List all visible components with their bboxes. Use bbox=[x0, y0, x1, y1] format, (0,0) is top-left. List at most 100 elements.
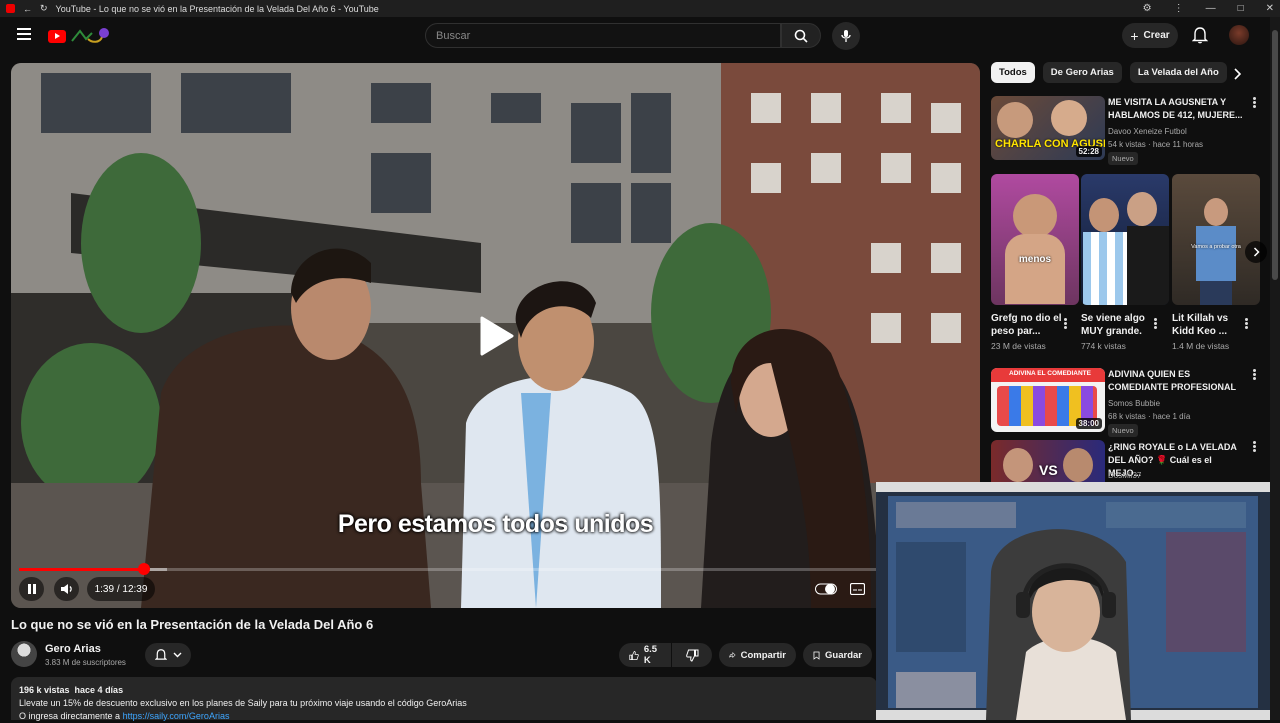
video-thumbnail[interactable]: ADIVINA EL COMEDIANTE 38:00 bbox=[991, 368, 1105, 432]
more-options-icon[interactable] bbox=[1064, 317, 1070, 330]
notifications-bell-icon[interactable] bbox=[1192, 26, 1208, 44]
autoplay-toggle[interactable] bbox=[811, 577, 841, 601]
chip-la-velada[interactable]: La Velada del Año bbox=[1129, 62, 1227, 83]
chip-de-gero-arias[interactable]: De Gero Arias bbox=[1042, 62, 1122, 83]
voice-search-button[interactable] bbox=[832, 22, 860, 50]
video-duration: 52:28 bbox=[1075, 146, 1102, 157]
pause-icon bbox=[27, 584, 36, 594]
close-icon[interactable]: ✕ bbox=[1266, 3, 1274, 14]
description-box[interactable]: 196 k vistas hace 4 días Llevate un 15% … bbox=[11, 677, 877, 721]
captions-icon bbox=[849, 583, 865, 595]
recommended-video[interactable]: ADIVINA EL COMEDIANTE 38:00 ADIVINA QUIE… bbox=[991, 368, 1263, 438]
chevron-right-icon bbox=[1253, 247, 1260, 257]
channel-name: Davoo Xeneize Futbol bbox=[1108, 127, 1187, 136]
youtube-logo[interactable] bbox=[48, 27, 110, 45]
dislike-button[interactable] bbox=[672, 643, 712, 667]
video-meta: 68 k vistas · hace 1 día bbox=[1108, 412, 1191, 421]
channel-avatar[interactable] bbox=[11, 641, 37, 667]
page-scrollbar-thumb[interactable] bbox=[1272, 30, 1278, 280]
short-views: 23 M de vistas bbox=[991, 341, 1046, 351]
more-options-icon[interactable] bbox=[1253, 96, 1259, 109]
share-button[interactable]: Compartir bbox=[719, 643, 796, 667]
short-title: Lit Killah vs Kidd Keo ... bbox=[1172, 313, 1229, 337]
subscription-notifications-button[interactable] bbox=[145, 643, 191, 667]
short-thumb-text: menos bbox=[1018, 254, 1052, 265]
play-icon[interactable] bbox=[476, 315, 516, 362]
chip-todos[interactable]: Todos bbox=[991, 62, 1035, 83]
time-label: 1:39 / 12:39 bbox=[94, 583, 148, 595]
thumbnail-text: ADIVINA EL COMEDIANTE bbox=[1009, 370, 1091, 377]
short-thumbnail[interactable] bbox=[1081, 174, 1169, 305]
save-button[interactable]: Guardar bbox=[803, 643, 872, 667]
menu-icon[interactable] bbox=[17, 28, 31, 40]
maximize-icon[interactable]: □ bbox=[1238, 3, 1244, 14]
shorts-next-button[interactable] bbox=[1245, 241, 1267, 263]
video-title: ADIVINA QUIEN ES COMEDIANTE PROFESIONAL bbox=[1108, 369, 1237, 392]
video-title: Lo que no se vió en la Presentación de l… bbox=[11, 617, 374, 632]
thumbs-down-icon bbox=[685, 649, 698, 662]
webcam-overlay bbox=[876, 482, 1270, 720]
extensions-icon[interactable]: ⚙ bbox=[1143, 3, 1152, 14]
more-options-icon[interactable] bbox=[1253, 368, 1259, 381]
short-item[interactable]: Vamos a probar otra Lit Killah vs Kidd K… bbox=[1172, 174, 1260, 351]
channel-name: Somos Bubbie bbox=[1108, 399, 1161, 408]
recommended-video[interactable]: VS ¿RING ROYALE o LA VELADA DEL AÑO? 🌹 C… bbox=[991, 440, 1263, 482]
save-label: Guardar bbox=[825, 649, 862, 661]
create-label: Crear bbox=[1143, 30, 1170, 41]
description-line-1: Llevate un 15% de descuento exclusivo en… bbox=[19, 698, 467, 708]
channel-name[interactable]: Gero Arias bbox=[45, 643, 101, 655]
video-meta: 54 k vistas · hace 11 horas bbox=[1108, 140, 1204, 149]
back-icon[interactable]: ← bbox=[23, 4, 32, 14]
short-thumbnail[interactable]: Vamos a probar otra bbox=[1172, 174, 1260, 305]
doodle-logo-icon bbox=[71, 28, 109, 43]
progress-played bbox=[19, 568, 144, 571]
video-thumbnail[interactable]: VS bbox=[991, 440, 1105, 482]
plus-icon: + bbox=[1130, 27, 1139, 44]
autoplay-toggle-icon bbox=[815, 583, 837, 595]
more-options-icon[interactable] bbox=[1253, 440, 1259, 453]
pause-button[interactable] bbox=[19, 577, 44, 601]
video-thumbnail[interactable]: CHARLA CON AGUSN 52:28 bbox=[991, 96, 1105, 160]
views-and-date: 196 k vistas hace 4 días bbox=[19, 685, 124, 695]
chevron-down-icon bbox=[173, 652, 181, 658]
bookmark-icon bbox=[813, 651, 820, 660]
youtube-logo-icon bbox=[48, 29, 66, 43]
search-icon bbox=[794, 29, 808, 43]
new-badge: Nuevo bbox=[1108, 152, 1138, 165]
reload-icon[interactable]: ↻ bbox=[40, 3, 48, 14]
like-count: 6.5 K bbox=[643, 644, 658, 666]
progress-scrubber[interactable] bbox=[138, 563, 150, 575]
time-display: 1:39 / 12:39 bbox=[87, 577, 155, 601]
thumbnail-text: VS bbox=[1039, 462, 1058, 478]
minimize-icon[interactable]: — bbox=[1206, 3, 1216, 14]
search-button[interactable] bbox=[781, 23, 821, 48]
search-input[interactable]: Buscar bbox=[425, 23, 781, 48]
account-avatar[interactable] bbox=[1229, 25, 1249, 45]
bell-icon bbox=[154, 649, 167, 660]
chevron-right-icon[interactable] bbox=[1233, 68, 1241, 80]
volume-icon bbox=[60, 584, 72, 594]
tab-title: YouTube - Lo que no se vió en la Present… bbox=[55, 3, 379, 14]
create-button[interactable]: + Crear bbox=[1122, 23, 1178, 48]
microphone-icon bbox=[841, 30, 851, 42]
short-title: Grefg no dio el peso par... bbox=[991, 313, 1062, 337]
short-thumbnail[interactable]: menos bbox=[991, 174, 1079, 305]
more-options-icon[interactable] bbox=[1245, 317, 1251, 330]
subtitles-button[interactable] bbox=[845, 577, 869, 601]
volume-button[interactable] bbox=[54, 577, 79, 601]
short-item[interactable]: menos Grefg no dio el peso par... 23 M d… bbox=[991, 174, 1079, 351]
youtube-header: Buscar + Crear bbox=[0, 17, 1280, 55]
new-badge: Nuevo bbox=[1108, 424, 1138, 437]
share-icon bbox=[729, 652, 736, 658]
short-item[interactable]: Se viene algo MUY grande. 774 k vistas bbox=[1081, 174, 1169, 351]
webcam-feed bbox=[876, 482, 1270, 720]
video-player[interactable]: Pero estamos todos unidos 1:39 / 12:39 bbox=[11, 63, 980, 608]
subscriber-count: 3.83 M de suscriptores bbox=[45, 658, 126, 667]
more-options-icon[interactable] bbox=[1154, 317, 1160, 330]
recommended-video[interactable]: CHARLA CON AGUSN 52:28 ME VISITA LA AGUS… bbox=[991, 96, 1263, 166]
filter-chips: Todos De Gero Arias La Velada del Año bbox=[991, 62, 1227, 83]
youtube-favicon-icon bbox=[6, 4, 15, 13]
like-button[interactable]: 6.5 K bbox=[619, 643, 671, 667]
browser-titlebar: ← ↻ YouTube - Lo que no se vió en la Pre… bbox=[0, 0, 1280, 17]
browser-menu-icon[interactable]: ⋮ bbox=[1174, 3, 1184, 14]
